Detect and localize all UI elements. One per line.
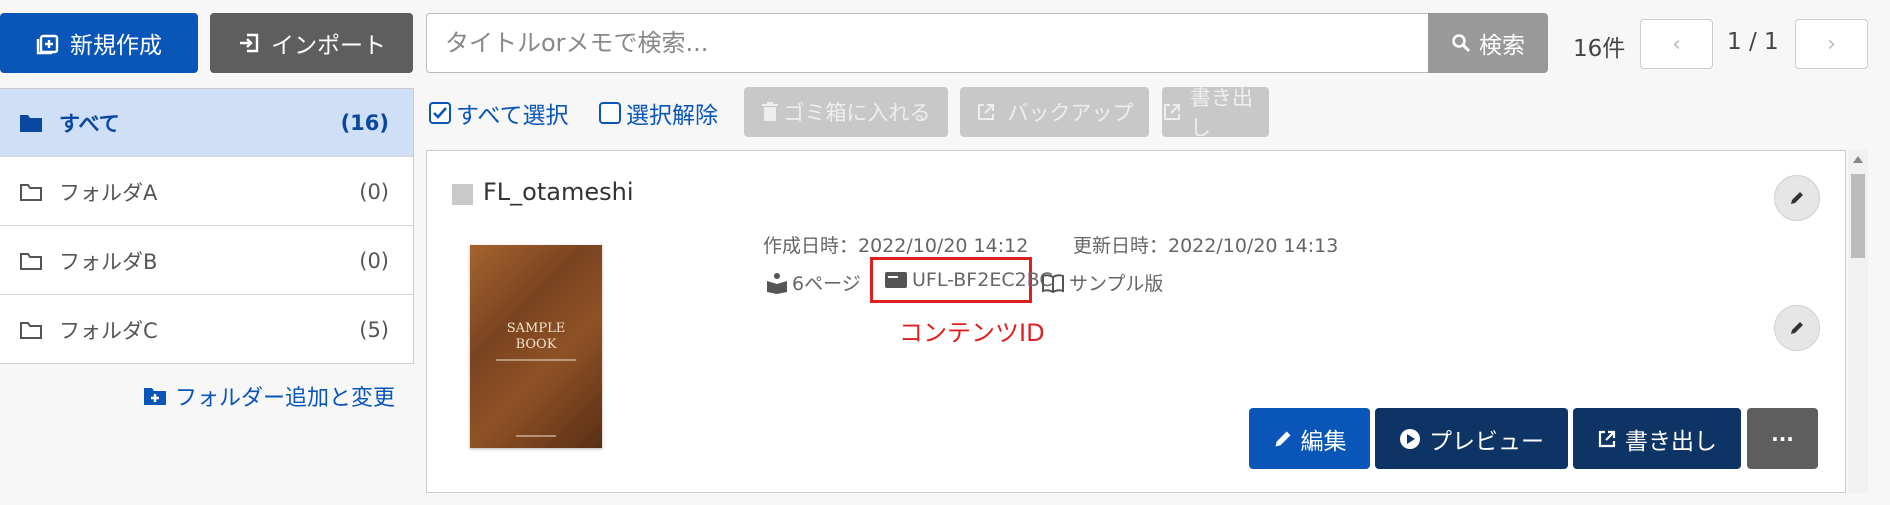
sidebar-item-folder-a[interactable]: フォルダA (0) xyxy=(0,158,413,226)
search-button[interactable]: 検索 xyxy=(1428,13,1548,73)
new-button[interactable]: 新規作成 xyxy=(0,13,198,73)
next-page-button[interactable]: › xyxy=(1795,19,1868,69)
content-id-label: UFL-BF2EC2BC xyxy=(912,269,1053,291)
card-title: FL_otameshi xyxy=(483,178,634,206)
add-folder-link[interactable]: フォルダー追加と変更 xyxy=(143,380,395,412)
thumbnail-title-2: BOOK xyxy=(515,337,557,352)
scrollbar-thumb[interactable] xyxy=(1851,174,1865,258)
content-card: FL_otameshi SAMPLE BOOK 作成日時：2022/10/20 … xyxy=(426,150,1846,493)
pencil-icon xyxy=(1789,190,1805,206)
pencil-icon xyxy=(1789,320,1805,336)
import-button-label: インポート xyxy=(271,33,386,59)
sample-edition-label: サンプル版 xyxy=(1069,273,1164,295)
edit-title-button[interactable] xyxy=(1774,175,1820,221)
trash-button[interactable]: ゴミ箱に入れる xyxy=(744,87,948,137)
preview-label: プレビュー xyxy=(1429,428,1544,455)
search-button-label: 検索 xyxy=(1479,33,1525,59)
new-button-label: 新規作成 xyxy=(70,33,162,59)
external-link-icon xyxy=(976,102,996,122)
folder-filled-icon xyxy=(19,113,47,133)
sidebar-item-count: (0) xyxy=(359,179,389,204)
folder-icon xyxy=(19,251,47,271)
export-top-button[interactable]: 書き出し xyxy=(1162,86,1269,140)
more-horizontal-icon: ··· xyxy=(1771,426,1794,451)
sidebar-item-label: フォルダC xyxy=(59,319,158,343)
sample-edition: サンプル版 xyxy=(1041,269,1163,296)
folder-icon xyxy=(19,182,47,202)
search-input[interactable] xyxy=(427,14,1428,72)
thumbnail-subtitle-line xyxy=(496,359,576,361)
sidebar-item-label: フォルダB xyxy=(59,249,158,274)
edit-memo-button[interactable] xyxy=(1774,305,1820,351)
pencil-icon xyxy=(1273,429,1293,449)
folder-sidebar: すべて (16) フォルダA (0) フォルダB (0) フォルダC (5) xyxy=(0,88,414,364)
external-link-icon xyxy=(1162,102,1182,122)
sidebar-item-count: (0) xyxy=(359,248,389,273)
edit-button[interactable]: 編集 xyxy=(1249,408,1370,469)
select-all-label: すべて選択 xyxy=(456,103,569,129)
id-card-icon xyxy=(884,270,908,290)
folder-add-icon xyxy=(143,386,167,406)
search-field[interactable] xyxy=(426,13,1429,73)
prev-page-button[interactable]: ‹ xyxy=(1640,19,1713,69)
sidebar-item-label: フォルダA xyxy=(59,180,158,205)
content-id-annotation: コンテンツID xyxy=(899,319,1045,347)
sidebar-item-folder-c[interactable]: フォルダC (5) xyxy=(0,296,413,364)
page-count-label: 6ページ xyxy=(792,273,861,295)
sidebar-item-all[interactable]: すべて (16) xyxy=(0,89,413,157)
checkbox-checked-icon xyxy=(429,102,451,124)
deselect-checkbox[interactable]: 選択解除 xyxy=(599,96,718,130)
edit-label: 編集 xyxy=(1300,428,1347,455)
created-date: 作成日時：2022/10/20 14:12 xyxy=(763,235,1029,257)
scroll-up-arrow-icon[interactable] xyxy=(1853,156,1863,163)
sidebar-item-count: (16) xyxy=(340,110,389,135)
book-thumbnail[interactable]: SAMPLE BOOK xyxy=(470,245,602,448)
play-circle-icon xyxy=(1399,428,1421,450)
chevron-right-icon: › xyxy=(1827,31,1836,57)
import-icon xyxy=(237,31,261,55)
updated-date: 更新日時：2022/10/20 14:13 xyxy=(1073,235,1339,257)
select-all-checkbox[interactable]: すべて選択 xyxy=(429,96,568,130)
trash-icon xyxy=(761,102,778,122)
export-button[interactable]: 書き出し xyxy=(1573,408,1741,469)
backup-button[interactable]: バックアップ xyxy=(960,87,1149,137)
thumbnail-title-1: SAMPLE xyxy=(506,321,566,336)
add-folder-label: フォルダー追加と変更 xyxy=(175,386,396,411)
add-box-icon xyxy=(36,31,60,55)
deselect-label: 選択解除 xyxy=(626,103,718,129)
trash-label: ゴミ箱に入れる xyxy=(783,101,931,125)
result-count: 16件 xyxy=(1573,36,1626,62)
external-link-icon xyxy=(1597,429,1617,449)
sidebar-item-folder-b[interactable]: フォルダB (0) xyxy=(0,227,413,295)
content-id: UFL-BF2EC2BC xyxy=(884,269,1053,291)
more-button[interactable]: ··· xyxy=(1747,408,1818,469)
book-open-icon xyxy=(766,272,788,294)
sidebar-item-count: (5) xyxy=(359,318,389,342)
export-label: 書き出し xyxy=(1625,428,1717,455)
chevron-left-icon: ‹ xyxy=(1672,31,1681,57)
vertical-scrollbar[interactable] xyxy=(1848,150,1868,493)
page-indicator: 1 / 1 xyxy=(1727,29,1779,55)
preview-button[interactable]: プレビュー xyxy=(1375,408,1568,469)
thumbnail-footer-line xyxy=(516,435,556,437)
backup-label: バックアップ xyxy=(1007,101,1134,125)
search-icon xyxy=(1451,33,1471,53)
book-icon xyxy=(1041,273,1065,293)
export-top-label: 書き出し xyxy=(1190,86,1253,140)
card-checkbox[interactable] xyxy=(452,184,473,205)
page-count: 6ページ xyxy=(766,269,861,296)
import-button[interactable]: インポート xyxy=(210,13,413,73)
checkbox-empty-icon xyxy=(599,102,621,124)
folder-icon xyxy=(19,320,47,340)
sidebar-item-label: すべて xyxy=(59,111,120,136)
